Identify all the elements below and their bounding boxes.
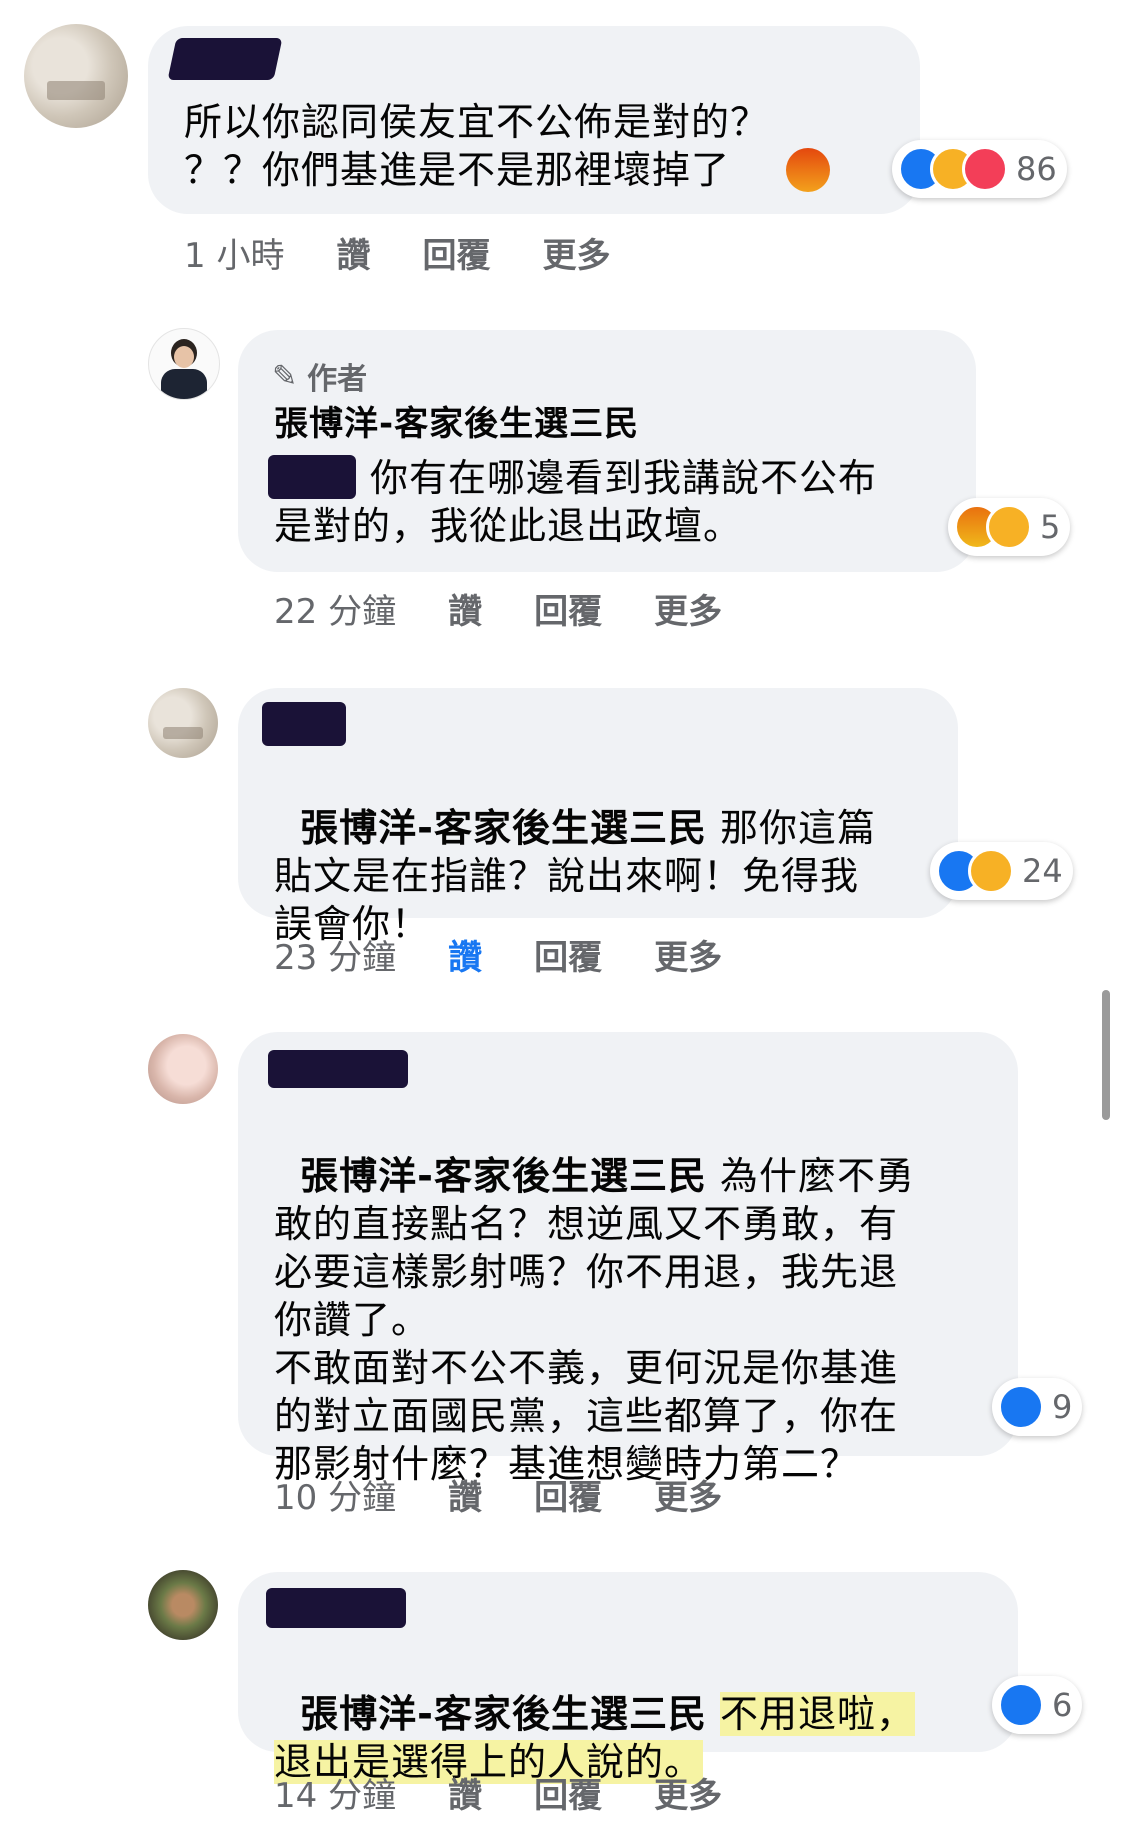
reaction-summary[interactable]: 86 xyxy=(892,140,1067,198)
like-link[interactable]: 讚 xyxy=(448,930,482,979)
avatar[interactable] xyxy=(148,1570,218,1640)
timestamp[interactable]: 23 分鐘 xyxy=(274,930,396,979)
mention-link[interactable]: 張博洋-客家後生選三民 xyxy=(300,806,707,850)
pencil-icon: ✎ xyxy=(272,358,298,394)
love-icon xyxy=(962,146,1008,192)
comment-text: 張博洋-客家後生選三民 為什麼不勇 敢的直接點名？想逆風又不勇敢，有 必要這樣影… xyxy=(274,1104,994,1488)
more-link[interactable]: 更多 xyxy=(542,228,610,277)
haha-icon xyxy=(968,848,1014,894)
scrollbar[interactable] xyxy=(1102,990,1110,1120)
mention-link[interactable]: 張博洋-客家後生選三民 xyxy=(300,1692,707,1736)
reaction-count: 24 xyxy=(1022,852,1063,890)
like-link[interactable]: 讚 xyxy=(336,228,370,277)
reply-link[interactable]: 回覆 xyxy=(534,584,602,633)
haha-icon xyxy=(986,504,1032,550)
reaction-summary[interactable]: 6 xyxy=(992,1676,1083,1734)
reply-link[interactable]: 回覆 xyxy=(534,930,602,979)
avatar[interactable] xyxy=(148,1034,218,1104)
reaction-count: 5 xyxy=(1040,508,1061,546)
author-tag-label: 作者 xyxy=(307,362,368,397)
redacted-name xyxy=(262,702,346,746)
highlighted-text: 不用退啦， xyxy=(720,1692,916,1736)
reaction-summary[interactable]: 9 xyxy=(992,1378,1083,1436)
like-link[interactable]: 讚 xyxy=(448,1470,482,1519)
author-name[interactable]: 張博洋-客家後生選三民 xyxy=(274,400,639,448)
reaction-count: 86 xyxy=(1016,150,1057,188)
comment-actions: 23 分鐘 讚 回覆 更多 xyxy=(274,930,774,979)
timestamp[interactable]: 10 分鐘 xyxy=(274,1470,396,1519)
timestamp[interactable]: 1 小時 xyxy=(184,228,284,277)
like-link[interactable]: 讚 xyxy=(448,584,482,633)
mention-link[interactable]: 張博洋-客家後生選三民 xyxy=(300,1154,707,1198)
reaction-summary[interactable]: 5 xyxy=(948,498,1071,556)
reply-link[interactable]: 回覆 xyxy=(534,1768,602,1817)
comment-text: 張博洋-客家後生選三民 那你這篇 貼文是在指誰？說出來啊！免得我 誤會你！ xyxy=(274,756,934,948)
like-icon xyxy=(998,1384,1044,1430)
redacted-name xyxy=(268,1050,408,1088)
like-icon xyxy=(998,1682,1044,1728)
comment-actions: 10 分鐘 讚 回覆 更多 xyxy=(274,1470,774,1519)
reaction-count: 9 xyxy=(1052,1388,1073,1426)
reaction-count: 6 xyxy=(1052,1686,1073,1724)
redacted-name xyxy=(167,38,283,80)
comment-text: 你有在哪邊看到我講說不公布 是對的，我從此退出政壇。 xyxy=(274,456,878,548)
reaction-summary[interactable]: 24 xyxy=(930,842,1073,900)
more-link[interactable]: 更多 xyxy=(654,584,722,633)
like-link[interactable]: 讚 xyxy=(448,1768,482,1817)
timestamp[interactable]: 14 分鐘 xyxy=(274,1768,396,1817)
more-link[interactable]: 更多 xyxy=(654,930,722,979)
reply-link[interactable]: 回覆 xyxy=(534,1470,602,1519)
comment-actions: 14 分鐘 讚 回覆 更多 xyxy=(274,1768,774,1817)
angry-emoji xyxy=(786,148,830,192)
comment-text: 張博洋-客家後生選三民 不用退啦， 退出是選得上的人說的。 xyxy=(274,1642,994,1786)
reply-link[interactable]: 回覆 xyxy=(422,228,490,277)
timestamp[interactable]: 22 分鐘 xyxy=(274,584,396,633)
avatar[interactable] xyxy=(24,24,128,128)
more-link[interactable]: 更多 xyxy=(654,1768,722,1817)
avatar[interactable] xyxy=(148,688,218,758)
comment-body: 為什麼不勇 敢的直接點名？想逆風又不勇敢，有 必要這樣影射嗎？你不用退，我先退 … xyxy=(274,1154,916,1486)
comment-actions: 22 分鐘 讚 回覆 更多 xyxy=(274,584,774,633)
avatar[interactable] xyxy=(148,328,220,400)
redacted-name xyxy=(266,1588,406,1628)
author-badge: ✎ 作者 xyxy=(272,354,367,398)
comment-actions: 1 小時 讚 回覆 更多 xyxy=(184,228,662,277)
comment-text: 所以你認同侯友宜不公佈是對的？ ？？你們基進是不是那裡壞掉了 xyxy=(184,100,770,192)
more-link[interactable]: 更多 xyxy=(654,1470,722,1519)
